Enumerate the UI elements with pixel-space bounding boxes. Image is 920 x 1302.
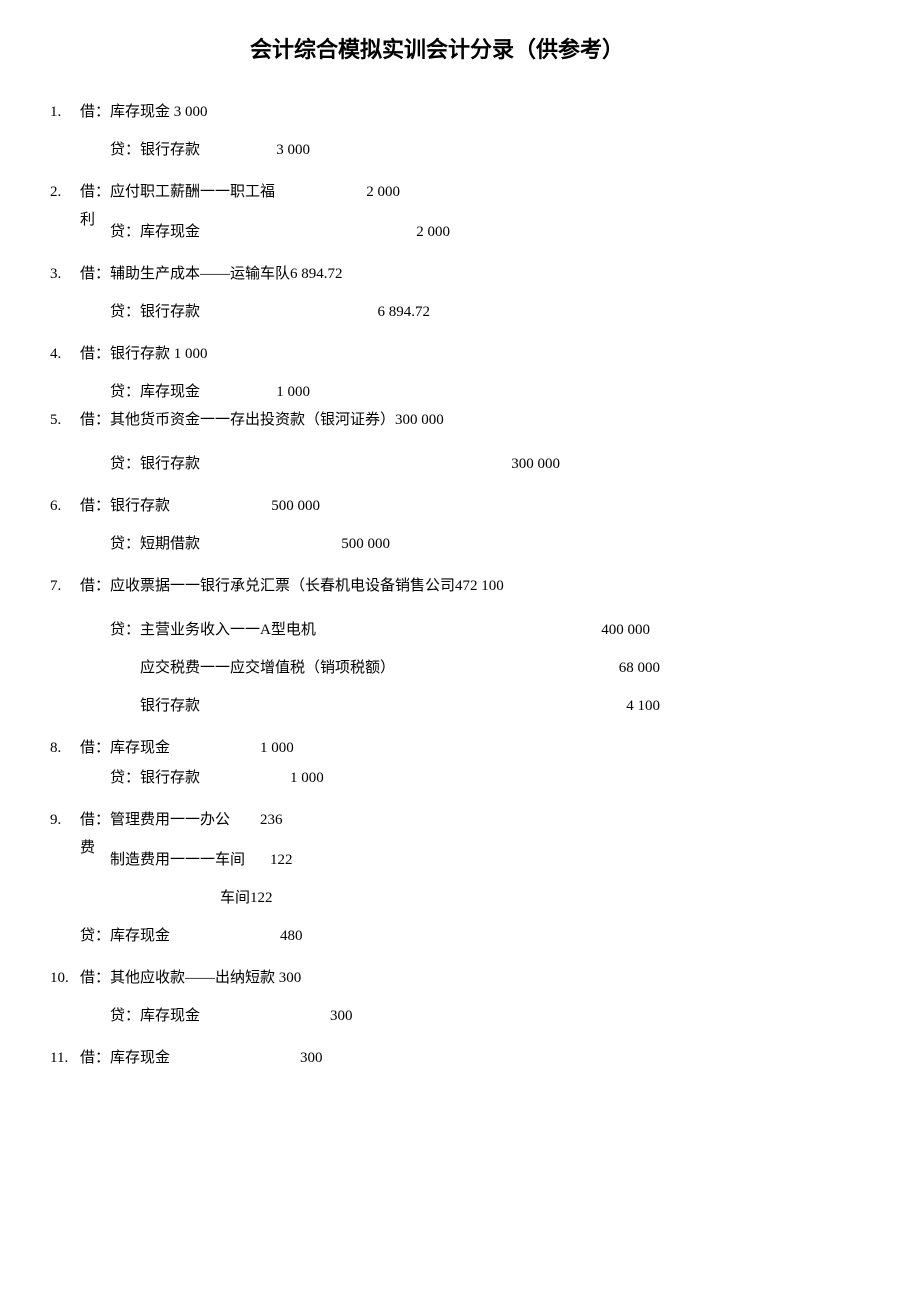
page-title: 会计综合模拟实训会计分录（供参考） (250, 30, 670, 70)
entry-num: 10. (50, 966, 80, 990)
entry-10: 10. 借：其他应收款——出纳短款 300 贷：库存现金 300 (50, 966, 870, 1028)
entry-2: 2. 借：应付职工薪酬一一职工福 2 000 利 贷：库存现金 2 000 (50, 180, 870, 244)
debit-amount: 2 000 (320, 180, 400, 204)
debit-line: 借：银行存款 (80, 494, 240, 518)
debit-note: 费 (80, 840, 95, 856)
credit-line: 贷：库存现金 (110, 1004, 330, 1028)
debit-line: 借：应收票据一一银行承兑汇票（长春机电设备销售公司472 100 (80, 574, 504, 598)
credit-line-3: 银行存款 (140, 694, 540, 718)
entry-num: 6. (50, 494, 80, 518)
credit-line-2: 应交税费一一应交增值税（销项税额） (140, 656, 540, 680)
credit-amount: 1 000 (230, 380, 310, 404)
credit-amount: 300 000 (460, 452, 560, 476)
entry-num: 4. (50, 342, 80, 366)
entry-6: 6. 借：银行存款 500 000 贷：短期借款 500 000 (50, 494, 870, 556)
entry-num: 8. (50, 736, 80, 760)
credit-line: 贷：库存现金 (110, 380, 230, 404)
credit-line: 贷：银行存款 (110, 138, 230, 162)
credit-line: 贷：银行存款 (110, 766, 290, 790)
debit-line: 借：银行存款 1 000 (80, 342, 208, 366)
entry-5: 5. 借：其他货币资金一一存出投资款（银河证券）300 000 贷：银行存款 3… (50, 408, 870, 476)
credit-line: 贷：银行存款 (110, 300, 330, 324)
entry-num: 3. (50, 262, 80, 286)
debit-line: 借：库存现金 (80, 736, 260, 760)
credit-amount: 6 894.72 (330, 300, 430, 324)
entry-num: 5. (50, 408, 80, 432)
credit-amount-3: 4 100 (540, 694, 660, 718)
entry-num: 11. (50, 1046, 80, 1070)
credit-amount-1: 400 000 (550, 618, 650, 642)
debit-amount: 300 (300, 1046, 323, 1070)
entry-9: 9. 借：管理费用一一办公 236 费 制造费用一一一车间 122 车间 122… (50, 808, 870, 948)
debit-line: 借：辅助生产成本——运输车队6 894.72 (80, 262, 343, 286)
credit-line: 贷：短期借款 (110, 532, 290, 556)
debit-amount: 500 000 (240, 494, 320, 518)
debit-line: 借：管理费用一一办公 (80, 808, 260, 832)
debit-amount-3: 122 (250, 886, 273, 910)
debit-line: 借：其他货币资金一一存出投资款（银河证券）300 000 (80, 408, 444, 432)
entry-num: 9. (50, 808, 80, 832)
debit-line: 借：库存现金 (80, 1046, 300, 1070)
entry-num: 7. (50, 574, 80, 598)
debit-line: 借：库存现金 3 000 (80, 100, 208, 124)
debit-amount: 236 (260, 808, 283, 832)
debit-amount: 1 000 (260, 736, 294, 760)
credit-amount: 300 (330, 1004, 353, 1028)
debit-note: 利 (80, 212, 95, 228)
credit-amount: 480 (280, 924, 303, 948)
entry-num: 2. (50, 180, 80, 204)
credit-amount-2: 68 000 (540, 656, 660, 680)
credit-line: 贷：银行存款 (110, 452, 460, 476)
entry-8: 8. 借：库存现金 1 000 贷：银行存款 1 000 (50, 736, 870, 790)
entry-11: 11. 借：库存现金 300 (50, 1046, 870, 1070)
credit-amount: 1 000 (290, 766, 324, 790)
debit-line: 借：应付职工薪酬一一职工福 (80, 180, 320, 204)
entry-1: 1. 借：库存现金 3 000 贷：银行存款 3 000 (50, 100, 870, 162)
entry-3: 3. 借：辅助生产成本——运输车队6 894.72 贷：银行存款 6 894.7… (50, 262, 870, 324)
credit-line-1: 贷：主营业务收入一一A型电机 (110, 618, 550, 642)
entry-4: 4. 借：银行存款 1 000 贷：库存现金 1 000 (50, 342, 870, 404)
credit-line: 贷：库存现金 (80, 924, 280, 948)
debit-line-3: 车间 (220, 886, 250, 910)
entry-7: 7. 借：应收票据一一银行承兑汇票（长春机电设备销售公司472 100 贷：主营… (50, 574, 870, 718)
entry-num: 1. (50, 100, 80, 124)
debit-line: 借：其他应收款——出纳短款 300 (80, 966, 301, 990)
credit-amount: 500 000 (290, 532, 390, 556)
credit-amount: 3 000 (230, 138, 310, 162)
